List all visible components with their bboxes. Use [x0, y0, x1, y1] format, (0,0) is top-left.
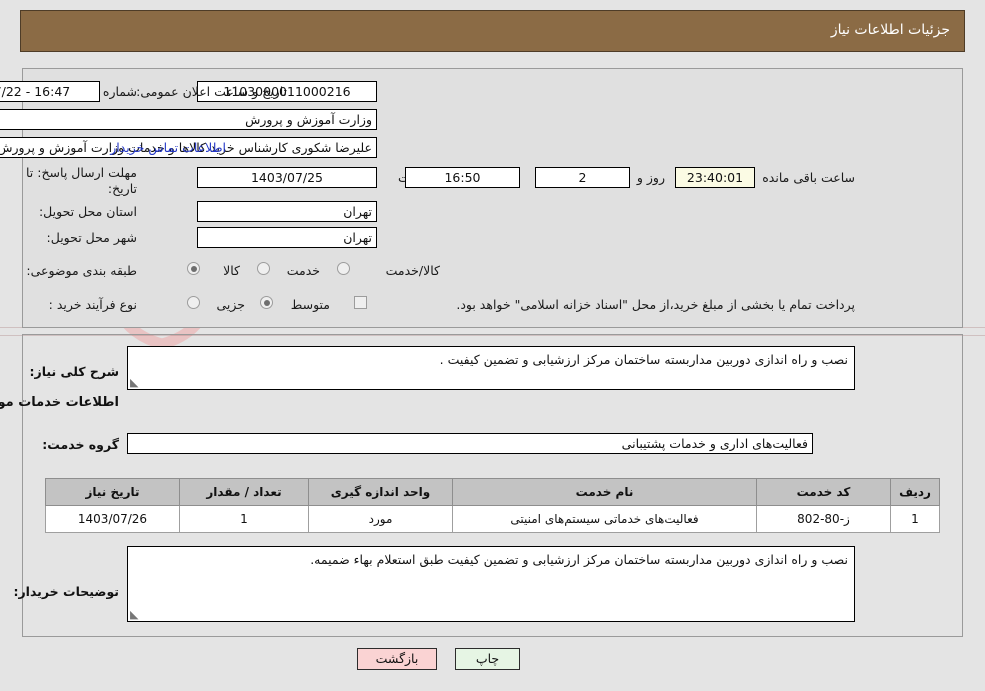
delivery-province-label: استان محل تحویل: [38, 204, 137, 219]
table-header-row: ردیف کد خدمت نام خدمت واحد اندازه گیری ت… [45, 478, 940, 506]
purchase-type-label: نوع فرآیند خرید : [48, 297, 137, 312]
cell-qty: 1 [179, 505, 309, 533]
delivery-city-label: شهر محل تحویل: [46, 230, 137, 245]
purchase-type-radio-jozi[interactable] [187, 296, 200, 309]
table-row[interactable]: 1 ز-80-802 فعالیت‌های خدماتی سیستم‌های ا… [45, 505, 940, 533]
delivery-city-value: تهران [197, 227, 377, 248]
purchase-type-option-label-1: متوسط [290, 297, 330, 312]
page-root: AriaTender.net جزئیات اطلاعات نیاز شماره… [0, 0, 985, 691]
category-radio-kala-khedmat[interactable] [337, 262, 350, 275]
category-option-label-1: خدمت [286, 263, 320, 278]
general-description-label: شرح کلی نیاز: [29, 364, 119, 379]
buyer-org-value: وزارت آموزش و پرورش [0, 109, 377, 130]
buyer-contact-link[interactable]: اطلاعات تماس خریدار [110, 140, 226, 155]
treasury-bond-note: پرداخت تمام یا بخشی از مبلغ خرید،از محل … [456, 297, 855, 312]
delivery-province-value: تهران [197, 201, 377, 222]
cell-radif: 1 [890, 505, 940, 533]
announce-datetime-value: 16:47 - 1403/07/22 [0, 81, 100, 102]
need-info-panel [22, 68, 963, 328]
deadline-label: مهلت ارسال پاسخ: تا تاریخ: [26, 165, 137, 196]
general-description-textarea[interactable]: نصب و راه اندازی دوربین مداربسته ساختمان… [127, 346, 855, 390]
print-button[interactable]: چاپ [455, 648, 520, 670]
category-option-label-2: کالا/خدمت [385, 263, 440, 278]
category-radio-kala[interactable] [187, 262, 200, 275]
deadline-date-value: 1403/07/25 [197, 167, 377, 188]
table-col-name: نام خدمت [452, 478, 757, 506]
page-header-bar: جزئیات اطلاعات نیاز [20, 10, 965, 52]
page-title: جزئیات اطلاعات نیاز [830, 22, 950, 38]
category-option-label-0: کالا [223, 263, 240, 278]
category-radio-khedmat[interactable] [257, 262, 270, 275]
cell-name: فعالیت‌های خدماتی سیستم‌های امنیتی [452, 505, 757, 533]
deadline-days-value: 2 [535, 167, 630, 188]
table-col-unit: واحد اندازه گیری [308, 478, 453, 506]
cell-unit: مورد [308, 505, 453, 533]
purchase-type-option-label-0: جزیی [216, 297, 245, 312]
deadline-countdown-value: 23:40:01 [675, 167, 755, 188]
service-group-label: گروه خدمت: [42, 437, 119, 452]
category-label: طبقه بندی موضوعی: [26, 263, 137, 278]
resize-grip-icon-2[interactable]: ◢ [130, 608, 140, 621]
buyer-notes-label: توضیحات خریدار: [13, 584, 119, 599]
cell-need-date: 1403/07/26 [45, 505, 180, 533]
announce-datetime-label: تاریخ و ساعت اعلان عمومی: [136, 84, 287, 99]
purchase-type-radio-motavaset[interactable] [260, 296, 273, 309]
table-col-need-date: تاریخ نیاز [45, 478, 180, 506]
table-col-code: کد خدمت [756, 478, 891, 506]
back-button[interactable]: بازگشت [357, 648, 437, 670]
general-description-value: نصب و راه اندازی دوربین مداربسته ساختمان… [439, 352, 848, 367]
service-group-value: فعالیت‌های اداری و خدمات پشتیبانی [127, 433, 813, 454]
treasury-bond-checkbox[interactable] [354, 296, 367, 309]
deadline-days-suffix: روز و [636, 170, 665, 185]
table-col-qty: تعداد / مقدار [179, 478, 309, 506]
resize-grip-icon[interactable]: ◢ [130, 376, 140, 389]
cell-code: ز-80-802 [756, 505, 891, 533]
table-col-radif: ردیف [890, 478, 940, 506]
deadline-countdown-suffix: ساعت باقی مانده [762, 170, 855, 185]
deadline-hour-value: 16:50 [405, 167, 520, 188]
buyer-notes-value: نصب و راه اندازی دوربین مداربسته ساختمان… [310, 552, 848, 567]
items-table: ردیف کد خدمت نام خدمت واحد اندازه گیری ت… [45, 478, 940, 533]
buyer-notes-textarea[interactable]: نصب و راه اندازی دوربین مداربسته ساختمان… [127, 546, 855, 622]
services-section-heading: اطلاعات خدمات مورد نیاز [0, 395, 119, 410]
